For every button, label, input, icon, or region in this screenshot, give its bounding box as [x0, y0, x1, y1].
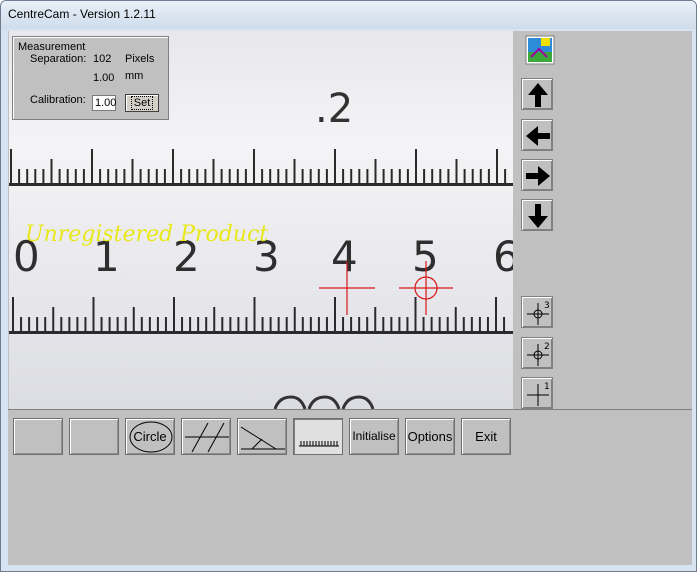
watermark-text: Unregistered Product	[25, 222, 268, 247]
options-button[interactable]: Options	[405, 418, 455, 455]
pixels-unit: Pixels	[125, 53, 155, 65]
calibration-input[interactable]: 1.00	[92, 95, 116, 111]
crosshair-3-number: 3	[544, 301, 550, 311]
window-title: CentreCam - Version 1.2.11	[8, 7, 156, 21]
camera-view[interactable]: .2 0123456 Unregistered Product	[9, 31, 513, 409]
measurement-panel: Measurement Separation: 102 Pixels 1.00 …	[12, 36, 169, 120]
move-left-button[interactable]	[521, 119, 553, 151]
move-up-button[interactable]	[521, 78, 553, 110]
crosshair-2-button[interactable]: 2	[521, 337, 553, 369]
blank-tool-button-1[interactable]	[13, 418, 63, 455]
measurement-heading: Measurement	[18, 41, 86, 53]
parallel-lines-icon	[185, 422, 229, 453]
crosshair-1-number: 1	[544, 382, 550, 392]
set-button[interactable]: Set	[125, 94, 159, 112]
angle-tool-button[interactable]	[237, 418, 287, 455]
scale-top-label: .2	[315, 86, 353, 132]
scale-icon	[299, 441, 339, 447]
set-button-label: Set	[130, 96, 154, 110]
scale-tool-button[interactable]	[293, 418, 343, 455]
mm-unit: mm	[125, 70, 144, 82]
move-down-button[interactable]	[521, 199, 553, 231]
scale-number: 6	[493, 232, 513, 281]
crosshair-2-number: 2	[544, 342, 550, 352]
circle-tool-label: Circle	[133, 429, 167, 444]
crosshair-marker-2	[399, 261, 453, 315]
app-window: CentreCam - Version 1.2.11 .2 0123456 Un…	[0, 0, 697, 572]
arrow-down-icon	[528, 204, 548, 228]
scale-number: 4	[331, 232, 358, 281]
initialise-button[interactable]: Initialise	[349, 418, 399, 455]
move-right-button[interactable]	[521, 159, 553, 191]
crosshair-marker-1	[319, 261, 375, 315]
crosshair-icon: 2	[527, 342, 550, 366]
calibration-label: Calibration:	[30, 94, 86, 106]
crosshair-icon: 3	[527, 301, 550, 325]
parallel-lines-tool-button[interactable]	[181, 418, 231, 455]
crosshair-3-button[interactable]: 3	[521, 296, 553, 328]
scale-number: 5	[412, 232, 439, 281]
arrow-up-icon	[528, 83, 548, 107]
circle-tool-button[interactable]: Circle	[125, 418, 175, 455]
crosshair-icon: 1	[527, 382, 550, 406]
arrow-left-icon	[526, 126, 550, 146]
separation-mm-value: 1.00	[93, 72, 115, 84]
angle-icon	[240, 426, 285, 450]
title-bar[interactable]: CentreCam - Version 1.2.11	[1, 1, 696, 29]
blank-tool-button-2[interactable]	[69, 418, 119, 455]
separation-label: Separation:	[30, 53, 87, 65]
exit-button[interactable]: Exit	[461, 418, 511, 455]
client-area: .2 0123456 Unregistered Product	[8, 31, 692, 565]
divider	[8, 409, 692, 410]
separation-pixels-value: 102	[93, 53, 112, 65]
arrow-right-icon	[526, 166, 550, 186]
centrecam-logo-icon[interactable]	[525, 35, 555, 65]
crosshair-1-button[interactable]: 1	[521, 377, 553, 409]
